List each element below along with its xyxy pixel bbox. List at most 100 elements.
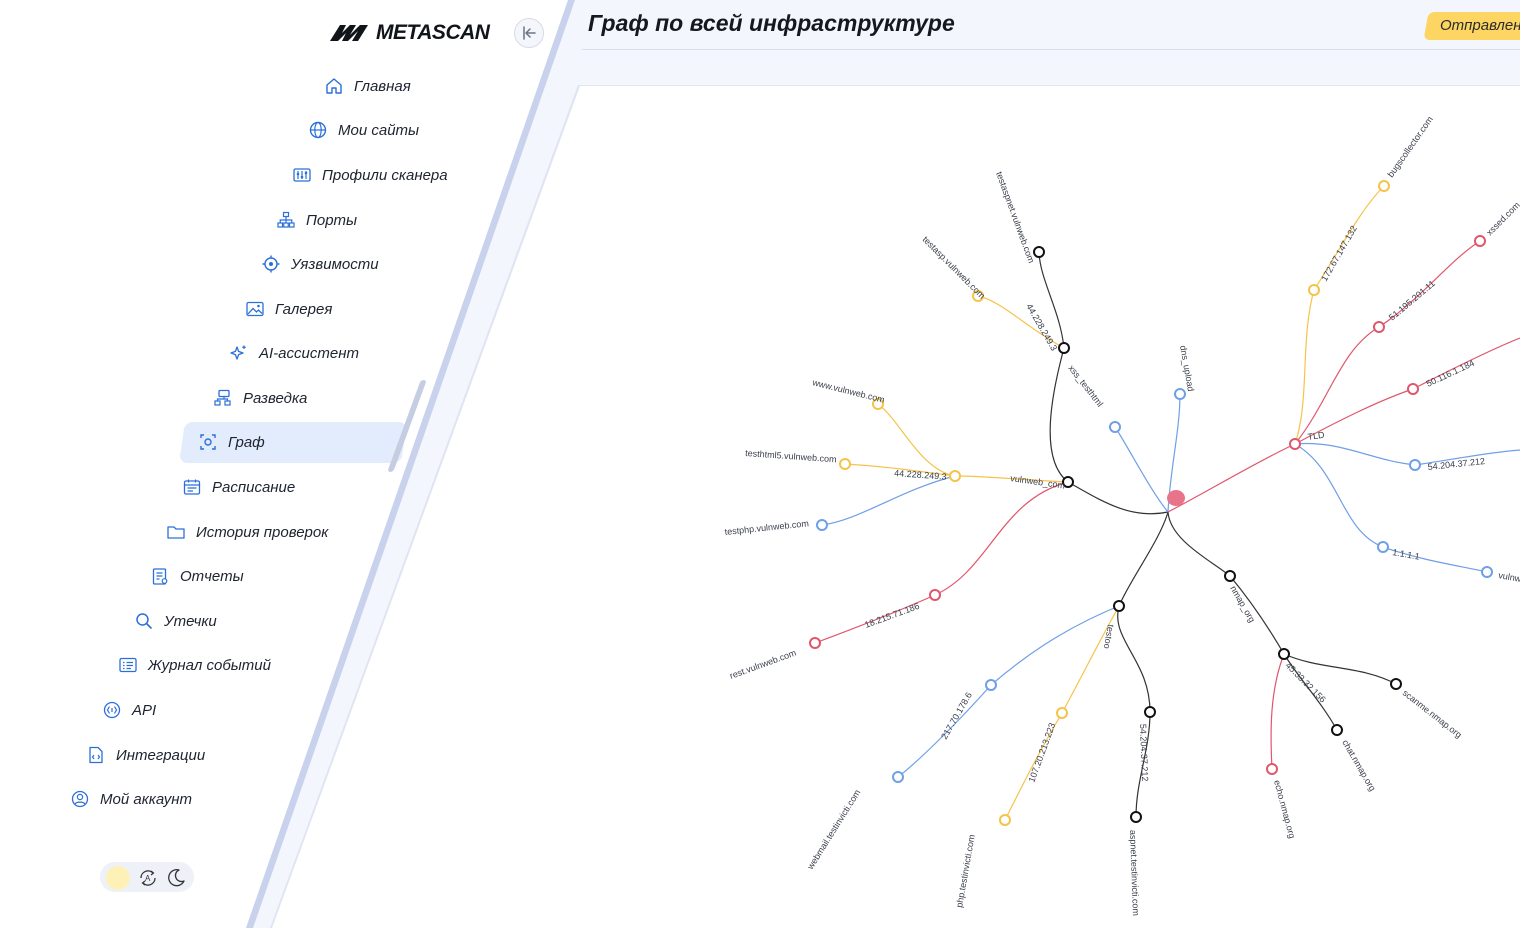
node-blue[interactable] — [892, 771, 904, 783]
node-label: scanme.nmap.org — [1401, 688, 1464, 740]
node-red[interactable] — [809, 637, 821, 649]
node-label: 45.33.32.156 — [1284, 660, 1328, 704]
node-label: dns_upload — [1178, 345, 1196, 393]
nav-item-home[interactable]: Главная — [324, 66, 411, 106]
node-label: www.vulnweb.com — [811, 377, 886, 405]
node-label: nmap_org — [1228, 584, 1257, 624]
edge — [1118, 511, 1169, 607]
nav-item-label: Главная — [354, 77, 411, 95]
node-label: aspnet.testinvicti.com — [1128, 830, 1141, 916]
node-black[interactable] — [1224, 570, 1236, 582]
svg-text:A: A — [145, 874, 151, 883]
node-yellow[interactable] — [1378, 180, 1390, 192]
node-black[interactable] — [1113, 600, 1125, 612]
node-yellow[interactable] — [1308, 284, 1320, 296]
nav-item-label: Профили сканера — [322, 166, 448, 184]
node-label: testoo — [1102, 624, 1116, 650]
node-red[interactable] — [1407, 383, 1419, 395]
nav-item-reports[interactable]: Отчеты — [150, 556, 244, 596]
node-black[interactable] — [1144, 706, 1156, 718]
edge — [1117, 605, 1151, 713]
nav-item-schedule[interactable]: Расписание — [182, 467, 295, 507]
node-red[interactable] — [1373, 321, 1385, 333]
edge — [1270, 653, 1285, 770]
edge — [1294, 443, 1384, 548]
nav-item-ports[interactable]: Порты — [276, 200, 357, 240]
nav-item-label: API — [132, 701, 157, 719]
list-icon — [118, 655, 138, 675]
nav-item-label: Разведка — [243, 389, 308, 407]
theme-dark-button[interactable] — [164, 866, 188, 890]
node-label: 107.20.213.223 — [1026, 721, 1057, 783]
node-label: 54.204.37.212 — [1427, 456, 1485, 472]
nav-item-my-sites[interactable]: Мои сайты — [308, 110, 419, 150]
edge — [990, 605, 1120, 686]
root-node[interactable] — [1167, 490, 1185, 506]
node-label: testphp.vulnweb.com — [724, 518, 809, 537]
node-black[interactable] — [1058, 342, 1070, 354]
theme-light-button[interactable] — [106, 866, 130, 890]
node-blue[interactable] — [1109, 421, 1121, 433]
node-yellow[interactable] — [839, 458, 851, 470]
calendar-icon — [182, 477, 202, 497]
node-label: php.testinvicti.com — [954, 834, 977, 909]
node-black[interactable] — [1130, 811, 1142, 823]
nav-item-my-account[interactable]: Мой аккаунт — [70, 779, 192, 819]
edge — [1167, 511, 1231, 577]
node-label: chat.nmap.org — [1340, 738, 1377, 793]
node-black[interactable] — [1278, 648, 1290, 660]
node-red[interactable] — [1474, 235, 1486, 247]
node-black[interactable] — [1390, 678, 1402, 690]
node-blue[interactable] — [1409, 459, 1421, 471]
node-label: 1.1.1.1 — [1392, 547, 1421, 562]
edge — [821, 475, 956, 526]
collapse-sidebar-button[interactable] — [514, 18, 544, 48]
home-icon — [324, 76, 344, 96]
logo: METASCAN — [330, 18, 490, 48]
nav-item-event-log[interactable]: Журнал событий — [118, 645, 271, 685]
node-label: testasp.vulnweb.com — [921, 234, 988, 301]
node-blue[interactable] — [1174, 388, 1186, 400]
report-icon — [150, 566, 170, 586]
nav-item-api[interactable]: API — [102, 690, 156, 730]
nav-item-leaks[interactable]: Утечки — [134, 601, 217, 641]
nav-item-scanner-profiles[interactable]: Профили сканера — [292, 155, 448, 195]
nav-item-integrations[interactable]: Интеграции — [86, 735, 205, 775]
nav-item-recon[interactable]: Разведка — [213, 378, 307, 418]
network-icon — [276, 210, 296, 230]
nav-item-gallery[interactable]: Галерея — [245, 289, 332, 329]
node-blue[interactable] — [816, 519, 828, 531]
node-label: webmail.testinvicti.com — [805, 788, 863, 872]
node-label: 51.195.201.11 — [1387, 278, 1437, 322]
node-red[interactable] — [1266, 763, 1278, 775]
nav-item-vulnerabilities[interactable]: Уязвимости — [261, 244, 379, 284]
node-yellow[interactable] — [1056, 707, 1068, 719]
node-red[interactable] — [1289, 438, 1301, 450]
node-yellow[interactable] — [999, 814, 1011, 826]
search-icon — [134, 611, 154, 631]
hierarchy-icon — [213, 388, 233, 408]
nav-item-ai-assistant[interactable]: AI-ассистент — [229, 333, 359, 373]
nav-item-label: Интеграции — [116, 746, 206, 764]
node-red[interactable] — [929, 589, 941, 601]
graph-icon — [198, 432, 218, 452]
nav-item-scan-history[interactable]: История проверок — [166, 512, 328, 552]
node-blue[interactable] — [985, 679, 997, 691]
edge — [1061, 605, 1120, 714]
code-file-icon — [86, 745, 106, 765]
edge — [1294, 442, 1416, 466]
edge — [1167, 443, 1296, 513]
edge — [1294, 326, 1380, 445]
node-label: 44.228.249.3 — [1024, 302, 1059, 353]
target-icon — [261, 254, 281, 274]
node-blue[interactable] — [1481, 566, 1493, 578]
nav-item-graph[interactable]: Граф — [198, 422, 265, 462]
graph-labels: testasp.vulnweb.com testaspnet.vulnweb.c… — [724, 114, 1520, 916]
node-blue[interactable] — [1377, 541, 1389, 553]
edge — [877, 403, 956, 477]
node-black[interactable] — [1331, 724, 1343, 736]
collapse-arrow-icon — [523, 26, 536, 40]
theme-auto-button[interactable]: A — [136, 866, 160, 890]
node-yellow[interactable] — [949, 470, 961, 482]
header-divider — [582, 49, 1520, 50]
